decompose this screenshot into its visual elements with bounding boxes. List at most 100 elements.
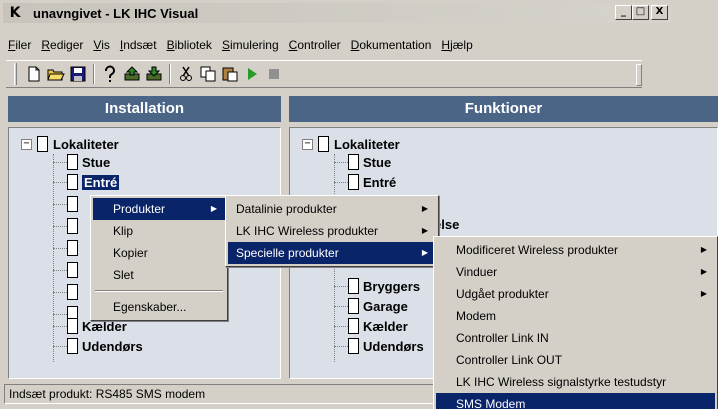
stop-icon[interactable] [263,63,285,85]
minimize-button[interactable]: _ [615,5,632,20]
window-title: unavngivet - LK IHC Visual [33,5,199,21]
menu-accel: C [288,38,298,52]
menu-item-label: Kopier [113,246,148,260]
context-menu: Produkter ▶ Klip Kopier Slet Egenskaber.… [90,195,228,321]
tree-item-udendoers[interactable]: Udendørs [334,336,424,356]
menu-item-label: Specielle produkter [236,246,339,260]
room-node-icon [67,318,78,334]
tree-item-kaelder[interactable]: Kælder [334,316,408,336]
menu-item-modificeret-wireless[interactable]: Modificeret Wireless produkter ▶ [436,239,715,261]
submenu-arrow-icon: ▶ [421,226,428,235]
menu-item-label: Slet [113,268,134,282]
menu-item-egenskaber[interactable]: Egenskaber... [93,296,225,318]
menu-filer[interactable]: Filer [3,36,36,54]
menu-item-modem[interactable]: Modem [436,305,715,327]
menu-item-vinduer[interactable]: Vinduer ▶ [436,261,715,283]
menu-label: ontroller [297,38,341,52]
menu-vis[interactable]: Vis [88,36,114,54]
submenu-arrow-icon: ▶ [700,289,707,298]
room-node-icon [67,240,78,256]
submenu-arrow-icon: ▶ [700,245,707,254]
tree-root[interactable]: − Lokaliteter [302,136,400,152]
tree-item-label: Stue [82,154,111,170]
tree-item-garage[interactable]: Garage [334,296,408,316]
tree-item-entre[interactable]: Entré [334,172,396,192]
tree-branch [334,162,348,163]
menu-item-controller-link-out[interactable]: Controller Link OUT [436,349,715,371]
menu-item-controller-link-in[interactable]: Controller Link IN [436,327,715,349]
menu-item-specielle-produkter[interactable]: Specielle produkter ▶ [228,242,436,264]
tree-item-label: Kælder [363,318,408,334]
menu-dokumentation[interactable]: Dokumentation [346,36,437,54]
menu-hjaelp[interactable]: Hjælp [436,36,477,54]
menu-item-datalinie-produkter[interactable]: Datalinie produkter ▶ [228,198,436,220]
tree-item[interactable] [53,216,78,236]
menu-rediger[interactable]: Rediger [36,36,88,54]
menu-accel: S [221,38,230,52]
menu-controller[interactable]: Controller [284,36,346,54]
save-icon[interactable] [67,63,89,85]
menu-item-slet[interactable]: Slet [93,264,225,286]
toolbar-grip[interactable] [14,63,17,85]
cut-icon[interactable] [175,63,197,85]
installation-header: Installation [8,96,281,122]
collapse-icon[interactable]: − [21,138,32,150]
tree-item[interactable] [53,260,78,280]
menu-indsaet[interactable]: Indsæt [115,36,162,54]
menu-item-label: Klip [113,224,134,238]
tree-item-entre[interactable]: Entré [53,172,120,192]
menu-label: imulering [229,38,279,52]
tree-branch [334,182,348,183]
tree-item-stue[interactable]: Stue [334,152,391,172]
menu-label: ndsæt [123,38,157,52]
room-node-icon [67,218,78,234]
menu-item-kopier[interactable]: Kopier [93,242,225,264]
menu-item-signalstyrke-testudstyr[interactable]: LK IHC Wireless signalstyrke testudstyr [436,371,715,393]
upload-icon[interactable] [121,63,143,85]
menu-item-label: Vinduer [456,265,498,279]
menu-item-udgaaet-produkter[interactable]: Udgået produkter ▶ [436,283,715,305]
download-icon[interactable] [143,63,165,85]
menu-label: jælp [450,38,473,52]
tree-branch [53,292,67,293]
tree-item[interactable] [53,238,78,258]
tree-branch [334,286,348,287]
maximize-button[interactable]: □ [632,5,649,20]
tree-item-stue[interactable]: Stue [53,152,110,172]
title-bar[interactable]: K unavngivet - LK IHC Visual [3,3,671,23]
paste-icon[interactable] [219,63,241,85]
open-folder-icon[interactable] [45,63,67,85]
tree-branch [53,326,67,327]
app-logo-icon: K [9,5,21,21]
tree-item-udendoers[interactable]: Udendørs [53,336,143,356]
tree-branch [53,204,67,205]
tree-branch [53,270,67,271]
tree-branch [334,326,348,327]
menu-item-label: Egenskaber... [113,300,187,314]
new-file-icon[interactable] [23,63,45,85]
help-icon[interactable] [99,63,121,85]
menu-item-klip[interactable]: Klip [93,220,225,242]
play-icon[interactable] [241,63,263,85]
menu-item-label: Datalinie produkter [236,202,337,216]
tree-item[interactable] [53,282,78,302]
collapse-icon[interactable]: − [302,138,313,150]
tree-item-label: Udendørs [363,338,424,354]
toolbar-separator [93,64,95,84]
close-button[interactable]: X [651,5,668,20]
copy-icon[interactable] [197,63,219,85]
menu-item-wireless-produkter[interactable]: LK IHC Wireless produkter ▶ [228,220,436,242]
menu-item-label: Produkter [113,202,166,216]
tree-item-bryggers[interactable]: Bryggers [334,276,420,296]
menu-item-sms-modem[interactable]: SMS Modem [436,393,715,409]
menu-simulering[interactable]: Simulering [217,36,284,54]
tree-item-label: Entré [363,174,397,190]
tree-item-label-selected: Entré [82,174,120,190]
room-node-icon [348,318,359,334]
toolbar [6,60,642,88]
tree-item[interactable] [53,194,78,214]
menu-bibliotek[interactable]: Bibliotek [162,36,217,54]
menu-item-produkter[interactable]: Produkter ▶ [93,198,225,220]
room-node-icon [67,338,78,354]
tree-root[interactable]: − Lokaliteter [21,136,119,152]
